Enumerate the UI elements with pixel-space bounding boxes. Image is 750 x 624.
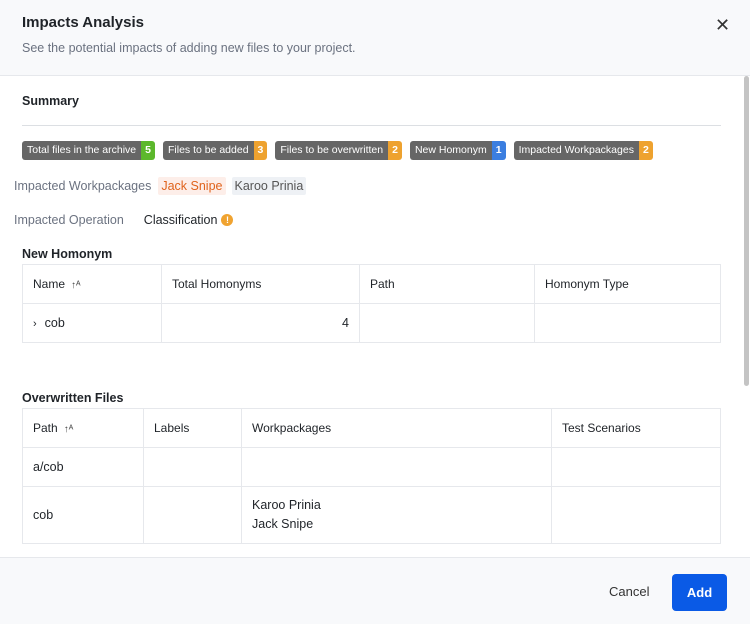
column-header-workpackages: Workpackages bbox=[241, 408, 552, 448]
path-cell: cob bbox=[22, 486, 144, 544]
overwritten-title: Overwritten Files bbox=[22, 391, 124, 405]
badge-count: 2 bbox=[388, 141, 402, 160]
labels-cell bbox=[143, 486, 242, 544]
column-header-path: Path bbox=[359, 264, 535, 304]
cancel-button[interactable]: Cancel bbox=[609, 584, 649, 599]
column-header-tests: Test Scenarios bbox=[551, 408, 721, 448]
dialog-body: Summary Total files in the archive 5 Files… bbox=[0, 76, 750, 557]
sort-icon[interactable]: ↑ᴬ bbox=[71, 280, 81, 291]
overwritten-table: Path ↑ᴬ Labels Workpackages Test Scenario… bbox=[22, 408, 721, 544]
badge-count: 5 bbox=[141, 141, 155, 160]
workpackage-tag: Karoo Prinia bbox=[231, 177, 307, 195]
dialog-title: Impacts Analysis bbox=[22, 14, 144, 31]
summary-badge: New Homonym 1 bbox=[409, 141, 506, 160]
summary-badge: Files to be overwritten 2 bbox=[275, 141, 402, 160]
expand-chevron-icon[interactable]: › bbox=[33, 318, 37, 330]
sort-icon[interactable]: ↑ᴬ bbox=[64, 424, 74, 435]
warning-icon[interactable]: ! bbox=[221, 214, 234, 226]
column-header-name[interactable]: Name ↑ᴬ bbox=[22, 264, 162, 304]
impacted-operation-label: Impacted Operation bbox=[14, 213, 124, 227]
operation-value: Classification bbox=[143, 213, 218, 227]
badge-label: Files to be overwritten bbox=[275, 141, 389, 160]
badge-count: 3 bbox=[253, 141, 268, 160]
table-row[interactable]: a/cob bbox=[22, 447, 721, 487]
summary-badge: Total files in the archive 5 bbox=[22, 141, 155, 160]
dialog-footer: Cancel Add bbox=[0, 557, 750, 624]
total-cell: 4 bbox=[161, 303, 360, 343]
impacted-operation-row: Impacted Operation Classification ! bbox=[14, 213, 234, 227]
workpackages-cell: Karoo Prinia Jack Snipe bbox=[241, 486, 552, 544]
homonym-table: Name ↑ᴬ Total Homonyms Path Homonym Type … bbox=[22, 264, 721, 343]
path-cell bbox=[359, 303, 535, 343]
labels-cell bbox=[143, 447, 242, 487]
badge-count: 2 bbox=[638, 141, 653, 160]
workpackage-tag: Jack Snipe bbox=[158, 177, 226, 195]
type-cell bbox=[534, 303, 721, 343]
close-icon[interactable]: ✕ bbox=[715, 15, 730, 36]
summary-badges: Total files in the archive 5 Files to be a… bbox=[22, 141, 653, 160]
summary-badge: Impacted Workpackages 2 bbox=[513, 141, 653, 160]
impacted-workpackages-row: Impacted Workpackages Jack Snipe Karoo P… bbox=[14, 177, 307, 195]
name-cell: cob bbox=[44, 316, 65, 330]
summary-title: Summary bbox=[22, 94, 79, 108]
dialog-subtitle: See the potential impacts of adding new … bbox=[22, 41, 356, 55]
dialog-header: Impacts Analysis See the potential impac… bbox=[0, 0, 750, 76]
column-header-type: Homonym Type bbox=[534, 264, 721, 304]
column-header-path[interactable]: Path ↑ᴬ bbox=[22, 408, 144, 448]
tests-cell bbox=[551, 486, 721, 544]
tests-cell bbox=[551, 447, 721, 487]
homonym-title: New Homonym bbox=[22, 247, 113, 261]
badge-count: 1 bbox=[491, 141, 506, 160]
badge-label: Impacted Workpackages bbox=[513, 141, 639, 160]
scrollbar[interactable] bbox=[744, 76, 749, 386]
column-header-total: Total Homonyms bbox=[161, 264, 360, 304]
impacted-workpackages-label: Impacted Workpackages bbox=[14, 179, 152, 193]
workpackage: Jack Snipe bbox=[252, 517, 314, 531]
summary-badge: Files to be added 3 bbox=[162, 141, 268, 160]
table-row[interactable]: cob Karoo Prinia Jack Snipe bbox=[22, 486, 721, 544]
badge-label: New Homonym bbox=[409, 141, 492, 160]
path-cell: a/cob bbox=[22, 447, 144, 487]
workpackages-cell bbox=[241, 447, 552, 487]
add-button[interactable]: Add bbox=[672, 574, 727, 611]
divider bbox=[22, 125, 721, 126]
column-header-labels: Labels bbox=[143, 408, 242, 448]
badge-label: Total files in the archive bbox=[22, 141, 142, 160]
workpackage: Karoo Prinia bbox=[252, 498, 321, 512]
badge-label: Files to be added bbox=[162, 141, 254, 160]
table-row[interactable]: › cob 4 bbox=[22, 303, 721, 343]
